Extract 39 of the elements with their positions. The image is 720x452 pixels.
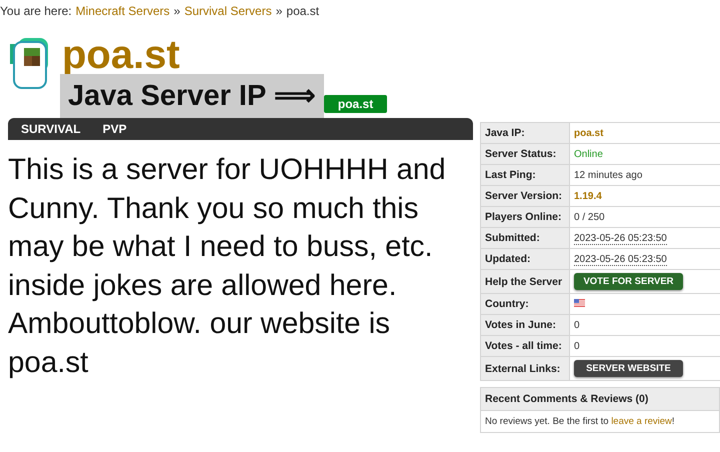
breadcrumb-current: poa.st: [286, 4, 320, 18]
table-value: 1.19.4: [574, 190, 602, 202]
breadcrumb-label: You are here:: [0, 4, 72, 18]
table-value: 0 / 250: [574, 212, 605, 222]
server-description: This is a server for UOHHHH and Cunny. Thank you so much this may be what I need to buss, etc. inside jokes are allowed here. Ambouttoblow. our website is poa.st: [8, 152, 447, 380]
server-title: poa.st: [62, 38, 181, 72]
table-value: 0: [574, 320, 580, 330]
table-label: Updated:: [480, 248, 570, 270]
status-value: Online: [574, 148, 603, 160]
vote-button[interactable]: VOTE FOR SERVER: [574, 273, 683, 290]
table-value: 0: [574, 340, 580, 352]
table-label: Submitted:: [480, 228, 570, 248]
reviews-text: No reviews yet. Be the first to leave a review!: [484, 415, 676, 429]
table-label: External Links:: [480, 356, 570, 380]
table-label: Votes in June:: [480, 314, 570, 336]
table-value: poa.st: [574, 128, 604, 138]
review-link[interactable]: leave a review: [611, 416, 672, 427]
table-label: Country:: [480, 294, 570, 314]
website-button[interactable]: SERVER WEBSITE: [574, 360, 683, 377]
table-label: Players Online:: [480, 206, 570, 228]
table-value: 12 minutes ago: [574, 170, 642, 180]
reviews-heading: Recent Comments & Reviews (0): [481, 388, 719, 411]
ip-badge[interactable]: poa.st: [324, 95, 388, 113]
table-label: Server Status:: [480, 144, 570, 164]
date-value: 2023-05-26 05:23:50: [574, 232, 667, 244]
table-label: Last Ping:: [480, 164, 570, 186]
table-label: Help the Server: [480, 270, 570, 294]
breadcrumb-link[interactable]: Survival Servers: [184, 4, 272, 18]
date-value: 2023-05-26 05:23:50: [574, 254, 667, 266]
table-label: Java IP:: [480, 122, 570, 144]
tag-link[interactable]: SURVIVAL: [12, 122, 90, 136]
breadcrumb-separator: »: [174, 4, 180, 18]
flag-icon: [574, 298, 585, 306]
breadcrumb-separator: »: [276, 4, 282, 18]
breadcrumb-link[interactable]: Minecraft Servers: [76, 4, 170, 18]
table-label: Votes - all time:: [480, 336, 570, 356]
java-ip-banner: Java Server IP ⟹: [60, 74, 324, 118]
tag-link[interactable]: PVP: [94, 122, 136, 136]
table-label: Server Version:: [480, 186, 570, 206]
